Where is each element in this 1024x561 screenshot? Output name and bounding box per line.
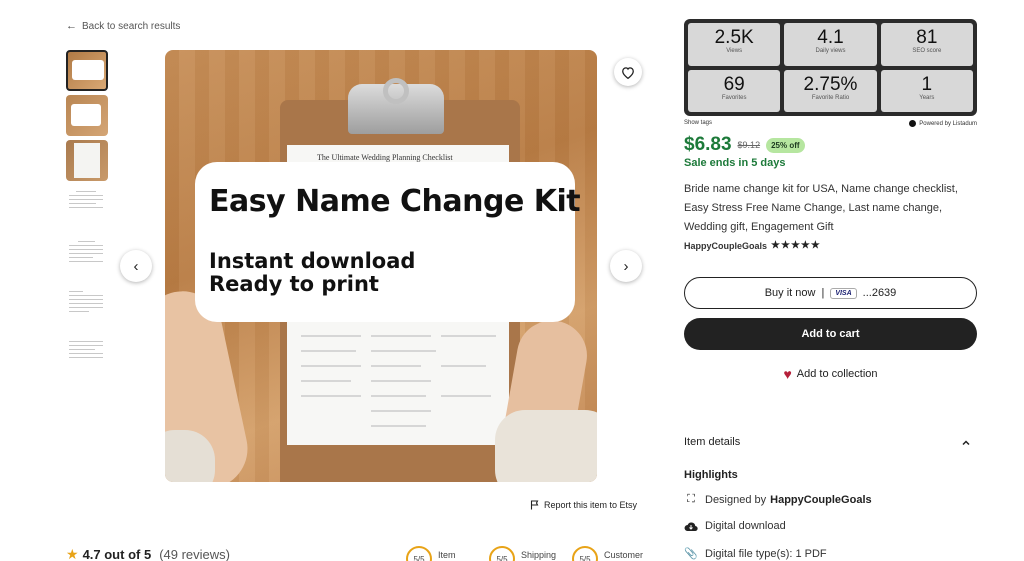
back-to-search-link[interactable]: ← Back to search results <box>66 20 180 32</box>
stat-value: 69 <box>723 73 745 95</box>
buy-it-now-button[interactable]: Buy it now | VISA ...2639 <box>684 277 977 309</box>
stat-daily-views: 4.1 Daily views <box>784 23 877 66</box>
rating-score: 4.7 out of 5 <box>82 547 152 561</box>
thumbnail-1[interactable] <box>66 50 108 91</box>
heart-outline-icon <box>622 66 634 79</box>
overlay-line-2: Ready to print <box>209 272 379 296</box>
current-price: $6.83 <box>684 134 732 155</box>
thumbnail-strip <box>66 50 108 385</box>
chevron-up-icon <box>962 440 970 446</box>
overlay-title: Easy Name Change Kit <box>209 184 581 219</box>
stat-favorites: 69 Favorites <box>688 69 781 112</box>
price-row: $6.83 $9.12 25% off <box>684 134 805 156</box>
stat-value: 81 <box>916 27 938 48</box>
stat-label: Years <box>919 94 935 101</box>
right-sleeve <box>495 410 597 482</box>
arrow-left-icon: ← <box>66 20 77 32</box>
add-to-collection-button[interactable]: ♥ Add to collection <box>684 366 977 382</box>
paper-title: The Ultimate Wedding Planning Checklist <box>317 153 453 162</box>
original-price: $9.12 <box>737 140 761 150</box>
item-rating-badge: 5/5 <box>406 546 432 561</box>
highlight-file-types: 📎 Digital file type(s): 1 PDF <box>684 547 827 561</box>
stat-label: SEO score <box>912 48 942 54</box>
shipping-rating-label: Shipping <box>521 550 557 560</box>
stat-label: Daily views <box>815 48 846 54</box>
thumbnail-7[interactable] <box>66 335 108 381</box>
highlight-digital-download: Digital download <box>684 520 786 532</box>
thumbnail-2[interactable] <box>66 95 108 136</box>
stat-value: 4.1 <box>817 27 844 48</box>
add-to-cart-button[interactable]: Add to cart <box>684 318 977 350</box>
chevron-right-icon: › <box>623 257 629 275</box>
previous-image-button[interactable]: ‹ <box>120 250 152 282</box>
stat-value: 1 <box>921 73 933 95</box>
report-item-link[interactable]: Report this item to Etsy <box>530 500 637 510</box>
designed-by-shop-link[interactable]: HappyCoupleGoals <box>770 494 871 506</box>
stat-label: Favorite Ratio <box>811 94 850 101</box>
cloud-download-icon <box>684 521 698 531</box>
image-overlay-card: Easy Name Change Kit Instant download Re… <box>195 162 581 322</box>
shop-star-rating: ★★★★★ <box>771 240 821 251</box>
stat-years: 1 Years <box>880 69 973 112</box>
card-last-digits: ...2639 <box>862 287 897 299</box>
visa-card-icon: VISA <box>830 287 857 299</box>
next-image-button[interactable]: › <box>610 250 642 282</box>
stat-favorite-ratio: 2.75% Favorite Ratio <box>784 69 877 112</box>
thumbnail-6[interactable] <box>66 285 108 331</box>
digital-download-label: Digital download <box>705 520 786 532</box>
main-product-image[interactable]: The Ultimate Wedding Planning Checklist … <box>165 50 597 482</box>
buy-now-separator: | <box>821 287 825 299</box>
stat-value: 2.75% <box>803 73 858 95</box>
clip-ring <box>383 78 409 104</box>
thumbnail-5[interactable] <box>66 235 108 281</box>
heart-filled-icon: ♥ <box>783 366 792 382</box>
designed-by-prefix: Designed by <box>705 493 767 506</box>
sale-ends-text: Sale ends in 5 days <box>684 157 786 169</box>
rating-summary: ★ 4.7 out of 5 (49 reviews) <box>66 546 230 561</box>
shop-name-link[interactable]: HappyCoupleGoals <box>684 241 767 251</box>
show-tags-link[interactable]: Show tags <box>684 120 712 127</box>
stat-seo-score: 81 SEO score <box>880 23 973 66</box>
buy-now-label: Buy it now <box>764 287 816 299</box>
shipping-rating-badge: 5/5 <box>489 546 515 561</box>
listing-title: Bride name change kit for USA, Name chan… <box>684 183 958 233</box>
review-count[interactable]: (49 reviews) <box>159 547 230 561</box>
item-details-label: Item details <box>684 436 741 448</box>
report-label: Report this item to Etsy <box>544 500 638 510</box>
powered-by: Powered by Listadum <box>909 120 977 127</box>
paperclip-icon: 📎 <box>684 548 698 560</box>
thumbnail-3[interactable] <box>66 140 108 181</box>
flag-icon <box>530 500 539 510</box>
stat-label: Views <box>726 48 743 54</box>
stats-panel: 2.5K Views 4.1 Daily views 81 SEO score … <box>684 19 977 116</box>
customer-rating-label: Customer <box>604 550 644 560</box>
chevron-left-icon: ‹ <box>133 257 139 275</box>
powered-by-label: Powered by Listadum <box>919 120 977 127</box>
overlay-line-1: Instant download <box>209 249 416 273</box>
stat-label: Favorites <box>721 94 747 101</box>
file-types-label: Digital file type(s): 1 PDF <box>705 547 827 560</box>
design-tool-icon: ⛶ <box>687 493 695 505</box>
stats-footer: Show tags Powered by Listadum <box>684 120 977 127</box>
item-rating-label: Item <box>438 550 456 560</box>
star-icon: ★ <box>66 546 79 561</box>
back-link-label: Back to search results <box>82 20 181 32</box>
stat-value: 2.5K <box>714 27 754 48</box>
stat-views: 2.5K Views <box>688 23 781 66</box>
discount-badge: 25% off <box>766 137 805 153</box>
highlights-heading: Highlights <box>684 469 738 481</box>
add-to-collection-label: Add to collection <box>796 368 878 380</box>
customer-rating-badge: 5/5 <box>572 546 598 561</box>
item-details-toggle[interactable]: Item details <box>684 436 977 448</box>
shop-info: HappyCoupleGoals ★★★★★ <box>684 240 821 251</box>
highlight-designed-by: ⛶ Designed by HappyCoupleGoals <box>684 493 871 506</box>
thumbnail-4[interactable] <box>66 185 108 231</box>
overlay-subtitle: Instant download Ready to print <box>209 250 415 296</box>
favorite-button[interactable] <box>614 58 642 86</box>
listadum-logo-icon <box>909 120 917 127</box>
